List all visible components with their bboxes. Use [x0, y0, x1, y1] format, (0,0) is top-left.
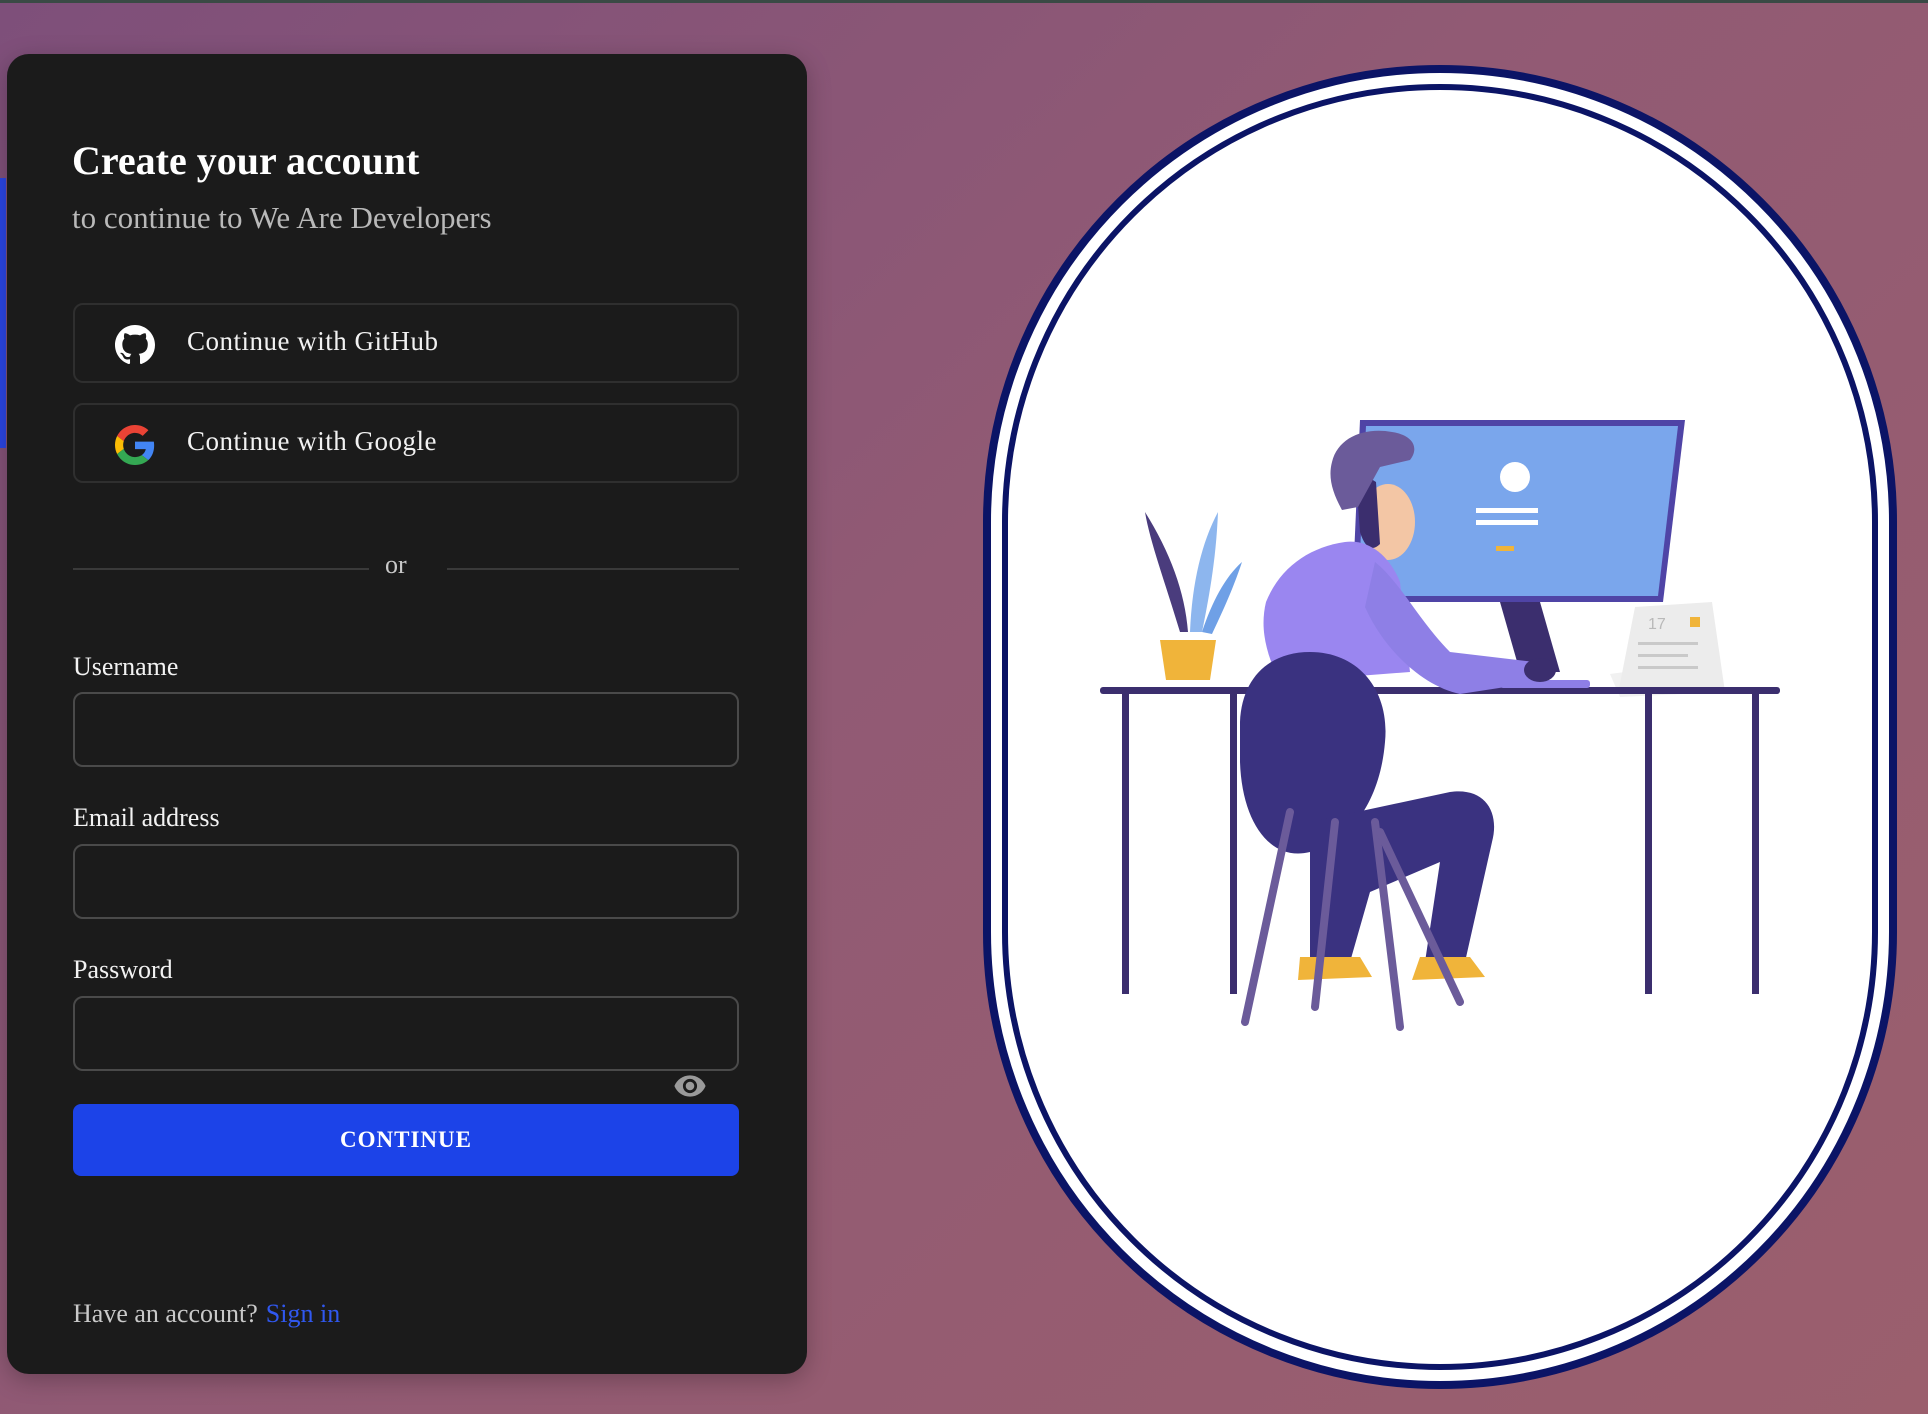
username-label: Username	[73, 652, 179, 681]
illustration-frame: 17	[980, 62, 1900, 1392]
signin-prompt: Have an account? Sign in	[73, 1299, 340, 1329]
page-subtitle: to continue to We Are Developers	[72, 200, 492, 235]
google-button[interactable]: Continue with Google	[73, 403, 739, 483]
signup-card: Create your account to continue to We Ar…	[7, 54, 807, 1374]
signin-prompt-text: Have an account?	[73, 1299, 258, 1328]
page-title: Create your account	[72, 138, 420, 183]
divider-line-right	[447, 568, 739, 570]
left-accent-bar	[0, 178, 6, 448]
email-label: Email address	[73, 803, 220, 832]
frame-inner-border	[1002, 84, 1878, 1370]
google-button-label: Continue with Google	[187, 426, 437, 456]
username-input[interactable]	[73, 692, 739, 767]
divider-line-left	[73, 568, 369, 570]
github-icon	[115, 325, 155, 365]
divider-text: or	[385, 550, 407, 579]
desk-top	[1100, 687, 1780, 694]
email-input[interactable]	[73, 844, 739, 919]
google-icon	[115, 425, 155, 465]
svg-text:17: 17	[1648, 616, 1666, 633]
github-button-label: Continue with GitHub	[187, 326, 439, 356]
password-label: Password	[73, 955, 173, 984]
eye-icon[interactable]	[673, 1069, 707, 1103]
signin-link[interactable]: Sign in	[266, 1299, 340, 1328]
continue-button[interactable]: CONTINUE	[73, 1104, 739, 1176]
github-button[interactable]: Continue with GitHub	[73, 303, 739, 383]
password-input[interactable]	[73, 996, 739, 1071]
top-edge-bar	[0, 0, 1928, 3]
